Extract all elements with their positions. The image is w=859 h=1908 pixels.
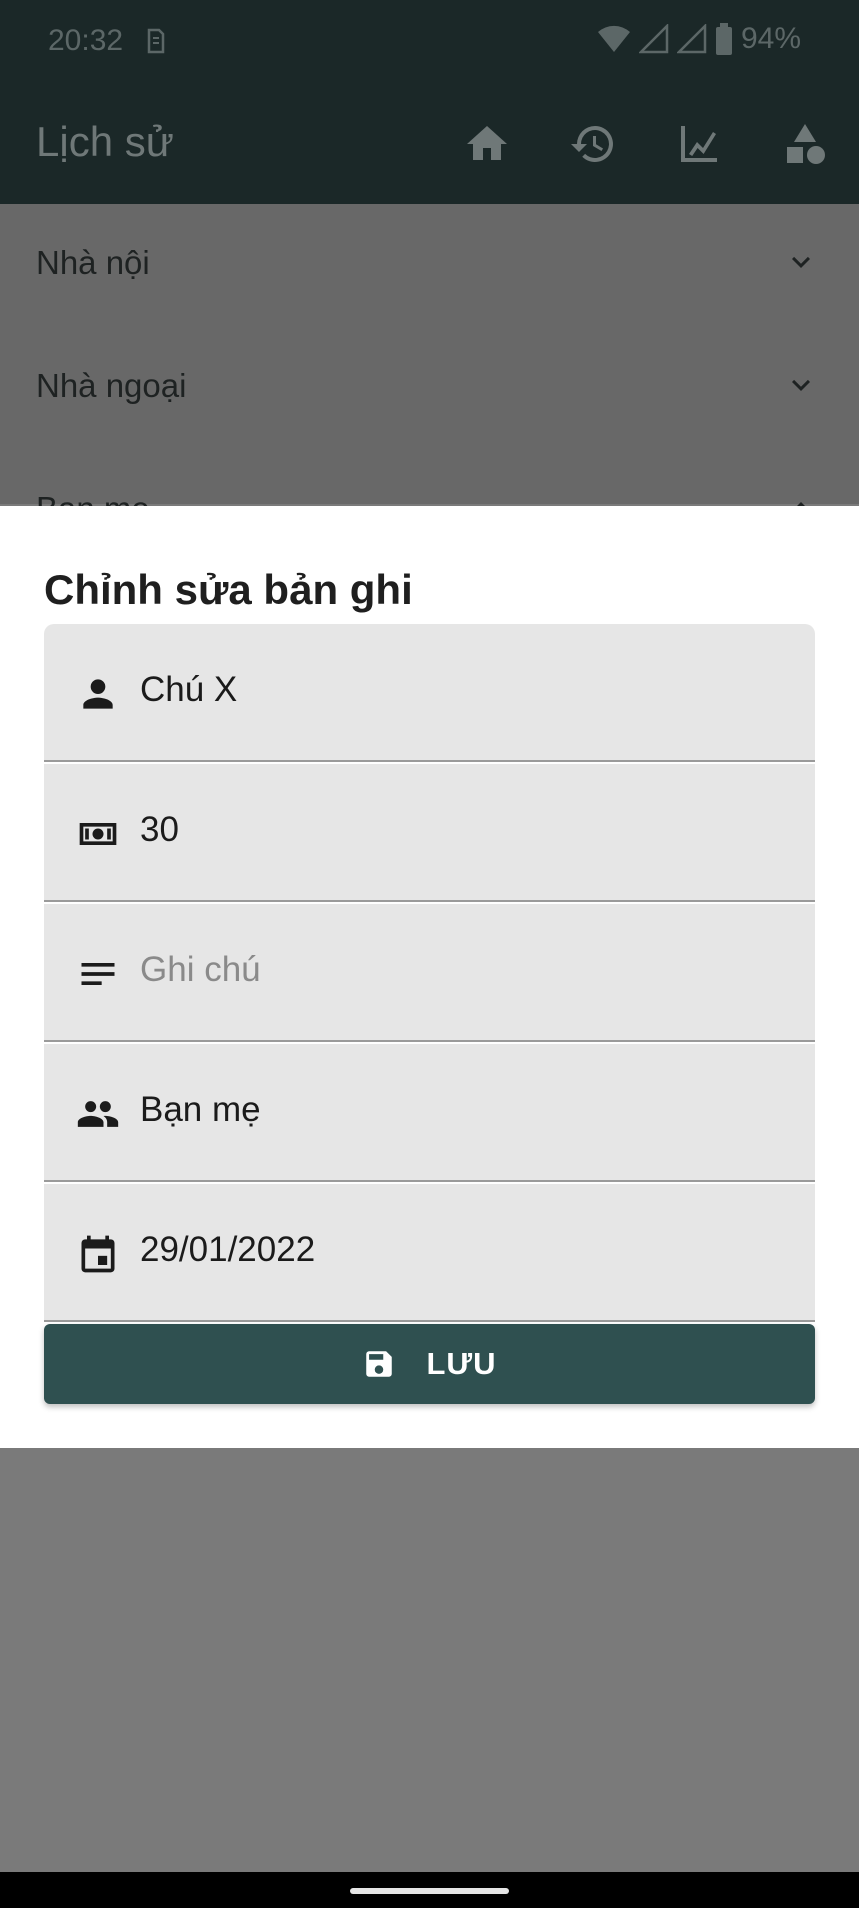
list-item[interactable]: Nhà nội [36, 244, 819, 284]
save-icon [366, 1351, 393, 1377]
date-value: 29/01/2022 [140, 1230, 316, 1269]
chart-icon[interactable] [675, 120, 723, 168]
screen: 20:32 94% Lịch sử Nhà nội Nhà ngoại Chỉn… [0, 0, 859, 1908]
battery-icon [715, 23, 732, 55]
sheet-title: Chỉnh sửa bản ghi [44, 566, 413, 613]
status-icons: 94% [597, 22, 801, 56]
signal-icon [676, 24, 707, 54]
home-gesture-handle[interactable] [350, 1888, 509, 1894]
notes-icon [81, 963, 115, 985]
signal-icon [638, 24, 669, 54]
app-bar: Lịch sử [0, 84, 859, 204]
money-icon [79, 823, 117, 845]
navigation-bar [0, 1872, 859, 1908]
list-item[interactable]: Nhà ngoại [36, 367, 819, 407]
name-value: Chú X [140, 670, 238, 709]
edit-record-sheet: Chỉnh sửa bản ghi Chú X 30 Ghi chú Bạn m… [0, 506, 859, 1448]
status-bar: 20:32 94% [0, 0, 859, 84]
category-icon[interactable] [781, 120, 829, 168]
wifi-icon [597, 25, 630, 52]
status-time: 20:32 [48, 24, 124, 57]
history-icon[interactable] [569, 120, 617, 168]
note-field[interactable]: Ghi chú [44, 904, 815, 1042]
note-placeholder: Ghi chú [140, 950, 261, 989]
people-icon [77, 1101, 119, 1127]
list-item-label: Nhà ngoại [36, 367, 187, 404]
app-bar-actions [463, 120, 829, 168]
amount-field[interactable]: 30 [44, 764, 815, 902]
list-item-label: Nhà nội [36, 244, 150, 281]
group-value: Bạn mẹ [140, 1090, 261, 1129]
chevron-down-icon [792, 379, 810, 391]
amount-value: 30 [140, 810, 179, 849]
save-button[interactable]: LƯU [44, 1324, 815, 1404]
chevron-down-icon [792, 256, 810, 268]
name-field[interactable]: Chú X [44, 624, 815, 762]
battery-percent: 94% [740, 22, 801, 55]
calendar-icon [81, 1235, 115, 1273]
group-field[interactable]: Bạn mẹ [44, 1044, 815, 1182]
home-icon[interactable] [463, 120, 511, 168]
person-icon [83, 679, 113, 709]
sim-icon [147, 28, 165, 54]
date-field[interactable]: 29/01/2022 [44, 1184, 815, 1322]
group-list: Nhà nội Nhà ngoại Bạn mẹ [0, 204, 859, 527]
save-label: LƯU [426, 1346, 497, 1381]
page-title: Lịch sử [36, 118, 174, 165]
